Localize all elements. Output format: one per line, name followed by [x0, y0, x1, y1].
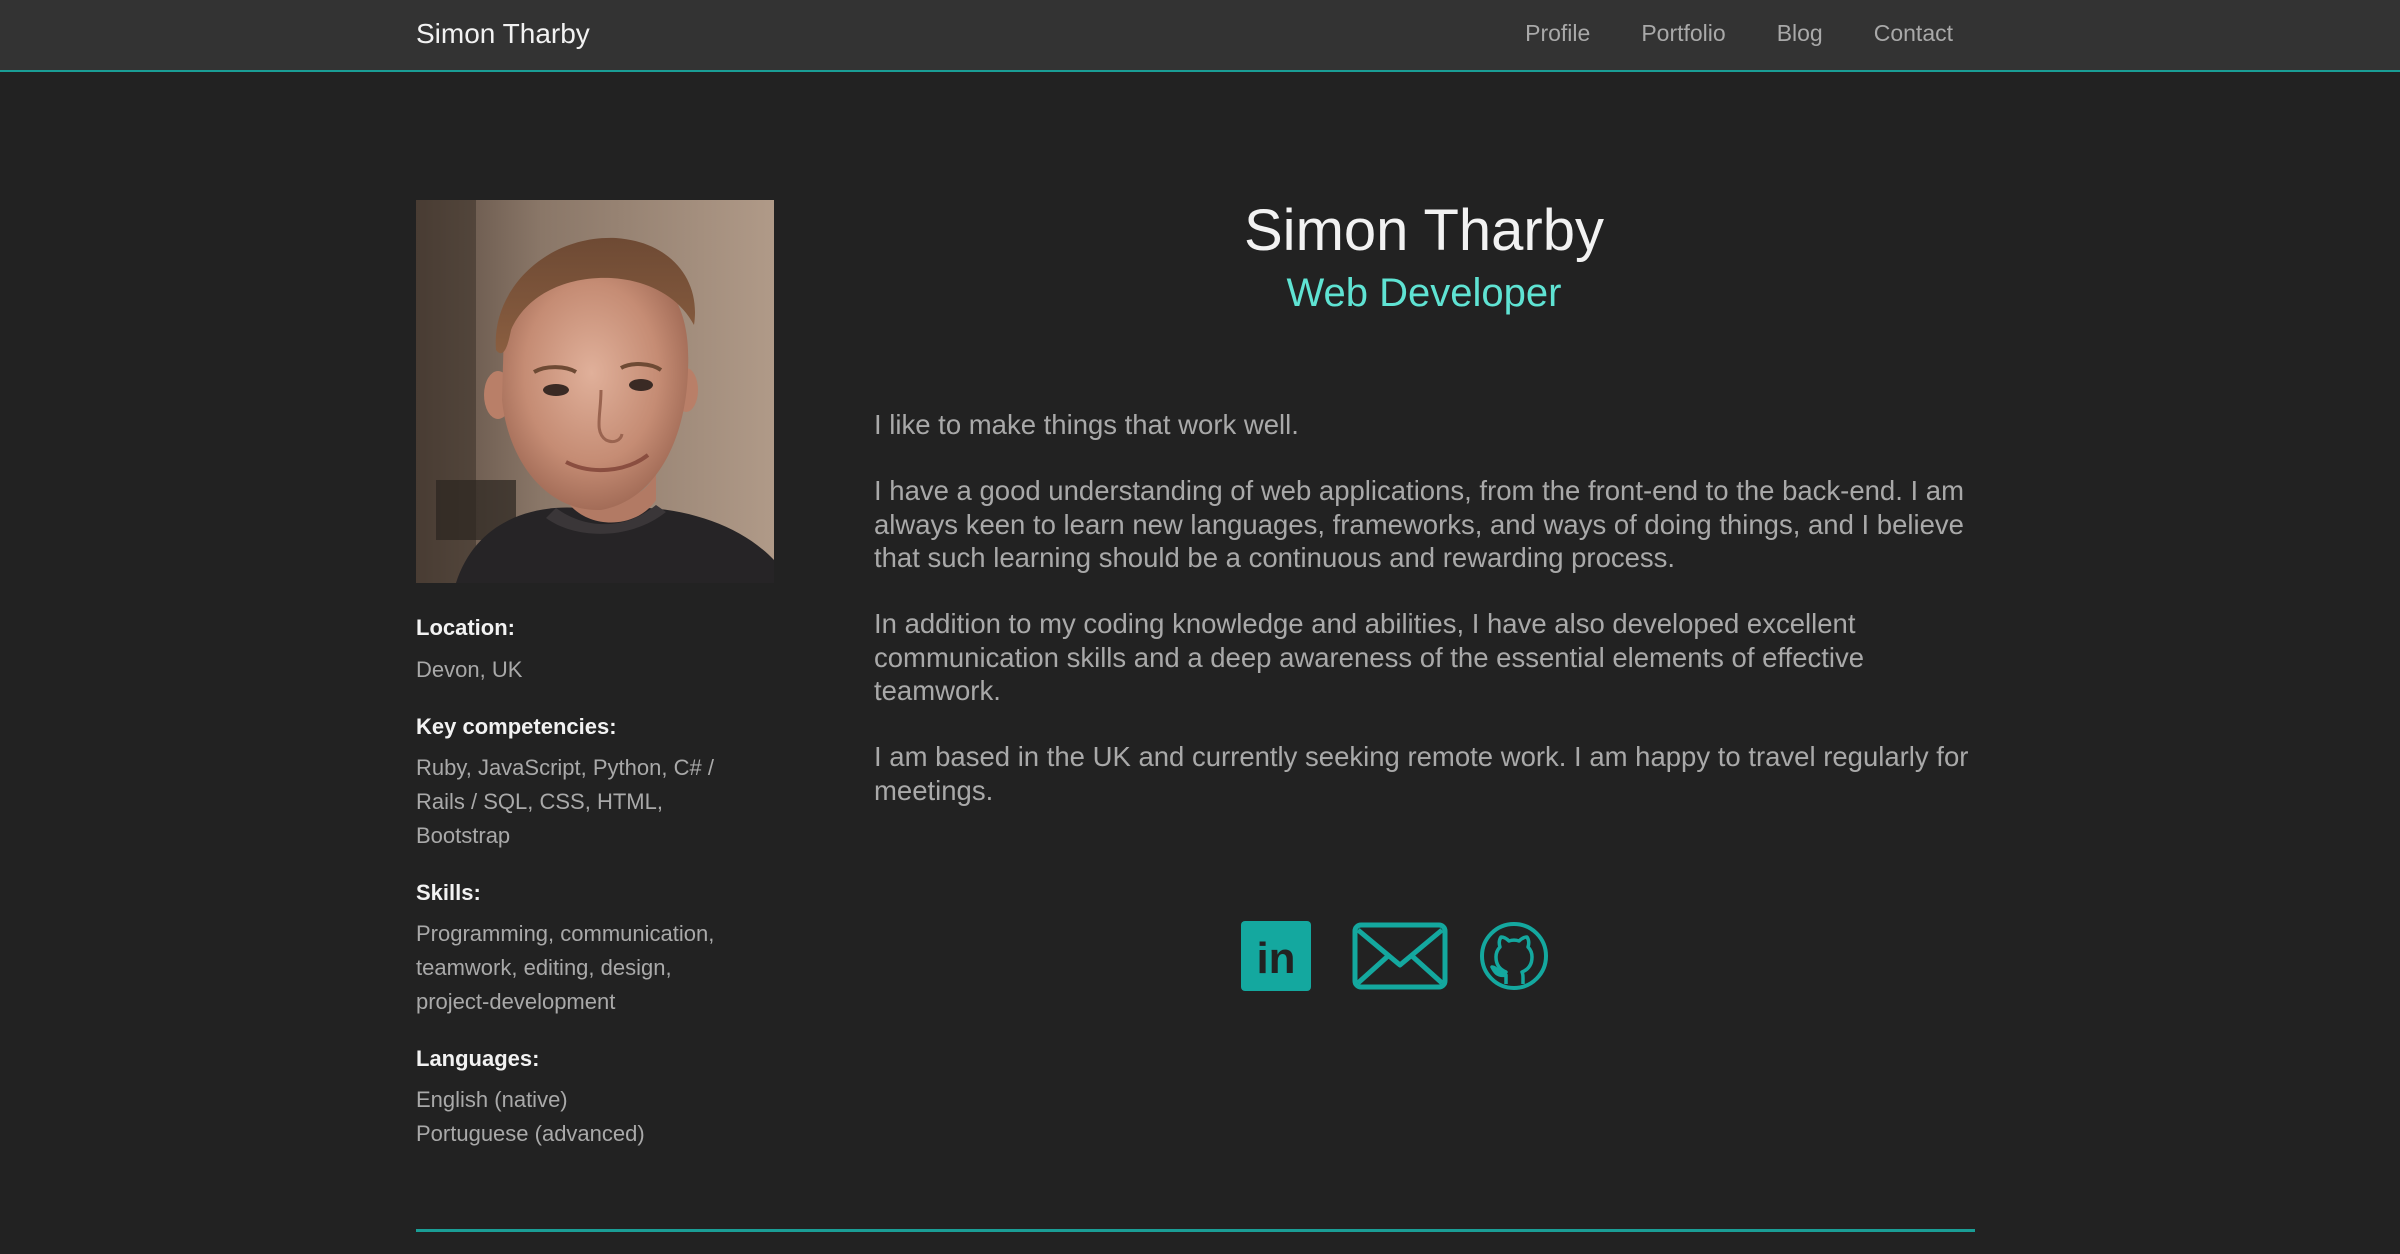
- email-icon: [1352, 922, 1448, 990]
- github-icon: [1480, 922, 1548, 990]
- location-label: Location:: [416, 615, 515, 640]
- top-navbar: Simon Tharby Profile Portfolio Blog Cont…: [0, 0, 2400, 72]
- skills-value: Programming, communication, teamwork, ed…: [416, 921, 715, 1014]
- bio-paragraph: In addition to my coding knowledge and a…: [874, 608, 1865, 706]
- github-link[interactable]: [1479, 921, 1549, 996]
- nav-item-profile[interactable]: Profile: [1525, 17, 1590, 49]
- location-value: Devon, UK: [416, 657, 523, 682]
- bio-paragraph: I am based in the UK and currently seeki…: [874, 741, 1969, 806]
- linkedin-icon-text: in: [1256, 934, 1295, 983]
- profile-sidebar: Location: Devon, UK Key competencies: Ru…: [416, 200, 776, 1146]
- linkedin-link[interactable]: in: [1241, 921, 1311, 996]
- competencies-value: Ruby, JavaScript, Python, C# / Rails / S…: [416, 755, 714, 848]
- languages-label: Languages:: [416, 1046, 540, 1071]
- languages-list: English (native) Portuguese (advanced): [416, 1083, 746, 1151]
- profile-name: Simon Tharby: [1244, 198, 1604, 263]
- nav-item-blog[interactable]: Blog: [1777, 17, 1823, 49]
- email-link[interactable]: [1352, 921, 1448, 996]
- nav-links: Profile Portfolio Blog Contact: [1525, 17, 1953, 49]
- nav-item-contact[interactable]: Contact: [1874, 17, 1953, 49]
- bio-paragraph: I have a good understanding of web appli…: [874, 475, 1964, 573]
- language-item: English (native): [416, 1087, 568, 1112]
- brand-link[interactable]: Simon Tharby: [416, 16, 590, 52]
- language-item: Portuguese (advanced): [416, 1121, 645, 1146]
- competencies-label: Key competencies:: [416, 714, 617, 739]
- footer-divider: [416, 1229, 1975, 1232]
- linkedin-icon: in: [1241, 921, 1311, 991]
- skills-label: Skills:: [416, 880, 481, 905]
- profile-main: Simon Tharby Web Developer I like to mak…: [874, 196, 1974, 806]
- nav-item-portfolio[interactable]: Portfolio: [1641, 17, 1725, 49]
- bio-paragraph: I like to make things that work well.: [874, 409, 1299, 440]
- profile-photo: [416, 200, 774, 583]
- profile-role: Web Developer: [1286, 271, 1562, 315]
